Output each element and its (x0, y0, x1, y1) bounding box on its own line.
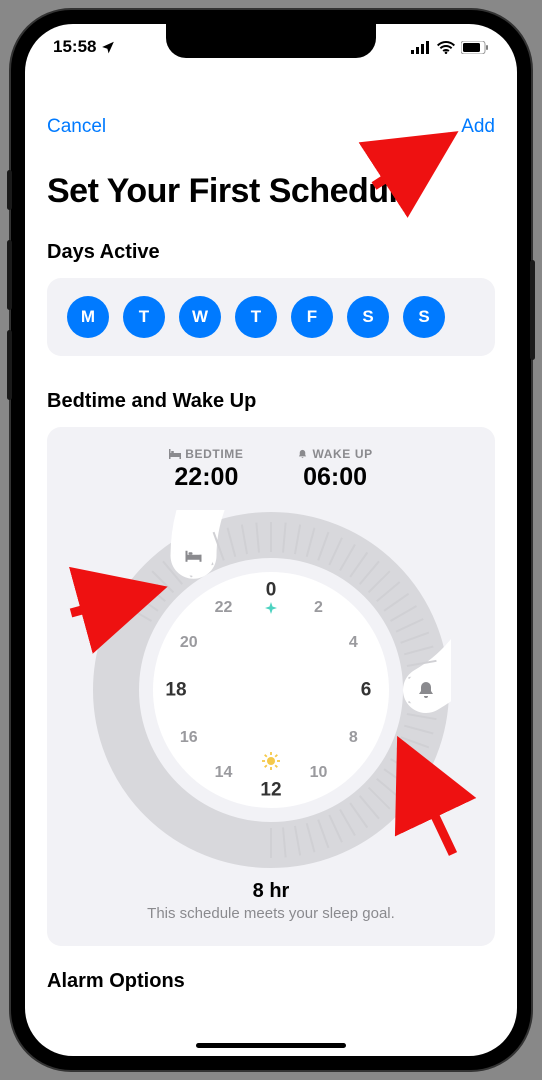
notch (166, 24, 376, 58)
bedtime-handle[interactable] (174, 536, 214, 576)
bedtime-wakeup-label: Bedtime and Wake Up (47, 390, 495, 413)
clock-number: 16 (180, 729, 198, 746)
content: Cancel Add Set Your First Schedule Days … (25, 116, 517, 1056)
nav-bar: Cancel Add (47, 116, 495, 138)
cellular-icon (411, 41, 431, 54)
clock-number: 8 (349, 729, 358, 746)
alarm-options-label: Alarm Options (47, 970, 495, 993)
sleep-dial-svg: 0 2 4 6 8 10 12 14 16 18 20 22 (91, 510, 451, 870)
cancel-button[interactable]: Cancel (47, 116, 106, 138)
clock-number: 22 (215, 599, 233, 616)
screen: 15:58 Cancel Add Set Your First Schedule… (25, 24, 517, 1056)
sleep-dial[interactable]: 0 2 4 6 8 10 12 14 16 18 20 22 (63, 500, 479, 880)
clock-number: 20 (180, 634, 198, 651)
clock-number: 18 (165, 680, 186, 701)
side-button (7, 240, 12, 310)
bedtime-col: BEDTIME 22:00 (169, 447, 243, 492)
bell-icon (297, 449, 308, 460)
sleep-note: This schedule meets your sleep goal. (63, 905, 479, 922)
phone-frame: 15:58 Cancel Add Set Your First Schedule… (11, 10, 531, 1070)
page-title: Set Your First Schedule (47, 172, 495, 211)
days-active-label: Days Active (47, 241, 495, 264)
wakeup-col: WAKE UP 06:00 (297, 447, 372, 492)
days-active-panel: M T W T F S S (47, 278, 495, 356)
bed-icon (169, 449, 181, 459)
location-icon (101, 40, 115, 54)
wakeup-label: WAKE UP (312, 447, 372, 461)
day-wednesday[interactable]: W (179, 296, 221, 338)
sleep-summary: 8 hr This schedule meets your sleep goal… (63, 880, 479, 922)
day-saturday[interactable]: S (347, 296, 389, 338)
wifi-icon (437, 41, 455, 54)
status-time: 15:58 (53, 37, 96, 57)
time-row: BEDTIME 22:00 WAKE UP 06:00 (63, 447, 479, 492)
day-friday[interactable]: F (291, 296, 333, 338)
bedtime-label: BEDTIME (185, 447, 243, 461)
battery-icon (461, 41, 489, 54)
add-button[interactable]: Add (461, 116, 495, 138)
day-tuesday[interactable]: T (123, 296, 165, 338)
clock-number: 10 (310, 764, 328, 781)
clock-number: 0 (266, 580, 277, 601)
wakeup-value: 06:00 (297, 463, 372, 492)
clock-number: 6 (361, 680, 372, 701)
side-button (530, 260, 535, 360)
bedtime-value: 22:00 (169, 463, 243, 492)
clock-number: 4 (349, 634, 358, 651)
side-button (7, 170, 12, 210)
wakeup-handle[interactable] (406, 670, 446, 710)
sleep-duration: 8 hr (63, 880, 479, 903)
home-indicator[interactable] (196, 1043, 346, 1048)
clock-number: 12 (260, 780, 281, 801)
day-sunday[interactable]: S (403, 296, 445, 338)
side-button (7, 330, 12, 400)
day-thursday[interactable]: T (235, 296, 277, 338)
sleep-panel: BEDTIME 22:00 WAKE UP 06:00 (47, 427, 495, 946)
clock-number: 14 (215, 764, 233, 781)
clock-number: 2 (314, 599, 323, 616)
day-monday[interactable]: M (67, 296, 109, 338)
